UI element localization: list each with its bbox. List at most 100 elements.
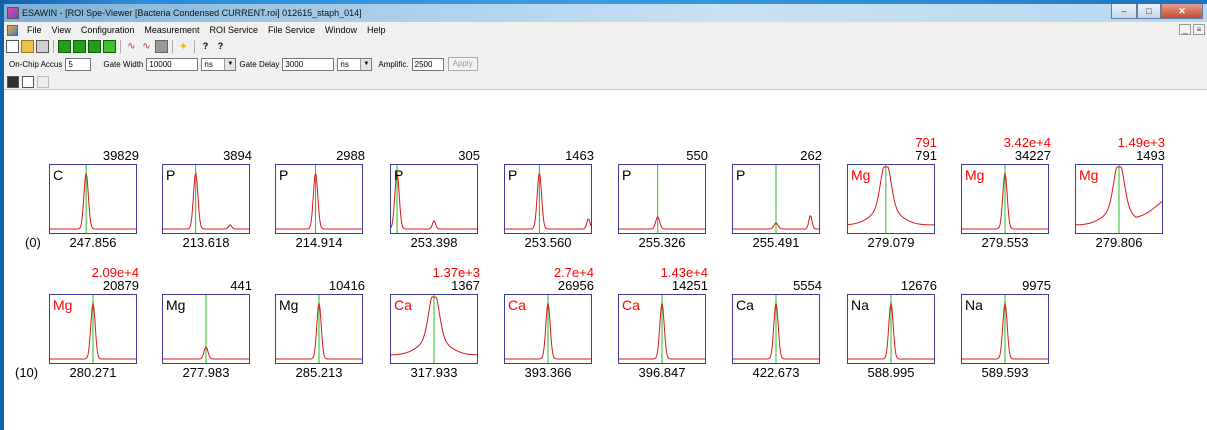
spectrum-icon[interactable]: ∿ <box>125 40 138 53</box>
roi-cell[interactable]: 305 P 253.398 <box>390 136 480 249</box>
spectrum-svg <box>733 165 819 233</box>
spectrum-plot[interactable]: P <box>162 164 250 234</box>
open-icon[interactable] <box>21 39 34 53</box>
accus-input[interactable] <box>65 57 92 71</box>
wavelength-label: 589.593 <box>981 365 1029 380</box>
spectrum-plot[interactable]: Na <box>847 294 935 364</box>
roi-cell[interactable]: 9975 Na 589.593 <box>961 266 1051 380</box>
intensity-count: 12676 <box>900 278 937 293</box>
element-symbol: Ca <box>394 297 412 313</box>
new-icon[interactable] <box>6 39 19 53</box>
roi-cell[interactable]: 1463 P 253.560 <box>504 136 594 249</box>
element-symbol: Mg <box>851 167 871 183</box>
mdi-restore-button[interactable]: ≡ <box>1193 24 1205 35</box>
apply-button[interactable]: Apply <box>447 57 478 71</box>
roi-cell[interactable]: 550 P 255.326 <box>618 136 708 249</box>
spectrum-plot[interactable]: Ca <box>618 294 706 364</box>
spectrum-plot[interactable]: Ca <box>504 294 592 364</box>
spectrum-plot[interactable]: P <box>618 164 706 234</box>
maximize-button[interactable]: □ <box>1137 4 1161 19</box>
close-button[interactable]: ✕ <box>1161 4 1203 19</box>
spectrum-trace <box>619 216 705 230</box>
gate-width-input[interactable] <box>146 57 199 71</box>
spectrum-plot[interactable]: Ca <box>732 294 820 364</box>
menu-help[interactable]: Help <box>362 25 391 35</box>
context-help-icon[interactable]: ? <box>214 40 227 53</box>
green-plus-icon[interactable] <box>103 39 116 53</box>
element-symbol: P <box>736 167 746 183</box>
roi-cell[interactable]: 262 P 255.491 <box>732 136 822 249</box>
parameter-bar: On-Chip Accus Gate Width ns▼ Gate Delay … <box>4 54 1207 74</box>
spectrum-plot[interactable]: P <box>504 164 592 234</box>
roi-cell[interactable]: 791 791 Mg 279.079 <box>847 136 937 249</box>
intensity-count: 9975 <box>1022 278 1051 293</box>
spectrum-plot[interactable]: Mg <box>275 294 363 364</box>
roi-cell[interactable]: 2988 P 214.914 <box>275 136 365 250</box>
menu-window[interactable]: Window <box>320 25 362 35</box>
spectrum-plot[interactable]: Na <box>961 294 1049 364</box>
print-icon[interactable] <box>36 39 49 53</box>
element-symbol: Mg <box>53 297 73 313</box>
element-symbol: Ca <box>736 297 754 313</box>
app-icon[interactable] <box>7 7 19 19</box>
menu-configuration[interactable]: Configuration <box>76 25 140 35</box>
copy-icon[interactable] <box>22 75 34 88</box>
roi-cell[interactable]: 1.49e+3 1493 Mg 279.806 <box>1075 136 1165 249</box>
menu-roi-service[interactable]: ROI Service <box>204 25 263 35</box>
spectrum-plot[interactable]: Mg <box>49 294 137 364</box>
gate-delay-unit-select[interactable]: ns ▼ <box>337 57 373 71</box>
roi-cell[interactable]: 1.43e+4 14251 Ca 396.847 <box>618 266 708 379</box>
spectrum-plot[interactable]: Mg <box>162 294 250 364</box>
chevron-down-icon[interactable]: ▼ <box>360 58 372 70</box>
roi-cell[interactable]: 39829 C 247.856 <box>49 136 139 249</box>
menu-file[interactable]: File <box>22 25 47 35</box>
green-stop-icon[interactable] <box>73 39 86 53</box>
roi-cell[interactable]: 10416 Mg 285.213 <box>275 266 365 379</box>
element-symbol: Mg <box>1079 167 1099 183</box>
spectrum-plot[interactable]: C <box>49 164 137 234</box>
mdi-minimize-button[interactable]: _ <box>1179 24 1191 35</box>
green-acquire-icon[interactable] <box>58 39 71 53</box>
save-icon[interactable] <box>7 75 19 88</box>
roi-cell[interactable]: 12676 Na 588.995 <box>847 266 937 380</box>
roi-cell[interactable]: 441 Mg 277.983 <box>162 266 252 379</box>
roi-cell[interactable]: 2.09e+4 20879 Mg 280.271 <box>49 266 139 379</box>
intensity-count: 441 <box>230 278 252 293</box>
element-symbol: P <box>166 167 176 183</box>
roi-cell[interactable]: 2.7e+4 26956 Ca 393.366 <box>504 266 594 379</box>
menu-file-service[interactable]: File Service <box>263 25 320 35</box>
mdi-child-icon[interactable] <box>7 24 18 36</box>
paste-icon[interactable] <box>37 75 49 88</box>
menu-measurement[interactable]: Measurement <box>139 25 204 35</box>
menu-view[interactable]: View <box>47 25 76 35</box>
gate-width-unit-value: ns <box>204 59 213 69</box>
spectrum-plot[interactable]: P <box>732 164 820 234</box>
intensity-count: 1367 <box>451 278 480 293</box>
roi-cell[interactable]: 5554 Ca 422.673 <box>732 266 822 379</box>
intensity-count: 5554 <box>793 278 822 293</box>
roi-cell[interactable]: 1.37e+3 1367 Ca 317.933 <box>390 266 480 379</box>
wavelength-label: 588.995 <box>867 365 915 380</box>
yellow-star-icon[interactable]: ✦ <box>177 40 190 53</box>
chevron-down-icon[interactable]: ▼ <box>224 58 236 70</box>
gray-square-icon[interactable] <box>155 39 168 53</box>
spectrum-plot[interactable]: P <box>275 164 363 234</box>
amplific-input[interactable] <box>411 57 444 71</box>
spectrum-plot[interactable]: P <box>390 164 478 234</box>
wavelength-label: 213.618 <box>182 235 230 250</box>
title-bar[interactable]: ESAWIN - [ROI Spe-Viewer [Bacteria Conde… <box>4 4 1207 22</box>
green-step-icon[interactable] <box>88 39 101 53</box>
roi-cell[interactable]: 3894 P 213.618 <box>162 136 252 250</box>
wavelength-label: 214.914 <box>295 235 343 250</box>
roi-cell[interactable]: 3.42e+4 34227 Mg 279.553 <box>961 136 1051 249</box>
spectrum-plot[interactable]: Mg <box>1075 164 1163 234</box>
help-icon[interactable]: ? <box>199 40 212 53</box>
spectrum-plot[interactable]: Mg <box>961 164 1049 234</box>
gate-width-unit-select[interactable]: ns ▼ <box>201 57 237 71</box>
gate-delay-input[interactable] <box>282 57 335 71</box>
minimize-button[interactable]: – <box>1111 4 1137 19</box>
amplific-label: Amplific. <box>378 59 409 69</box>
spectrum-plot[interactable]: Ca <box>390 294 478 364</box>
spectrum-plot[interactable]: Mg <box>847 164 935 234</box>
spectrum-red-icon[interactable]: ∿ <box>140 40 153 53</box>
